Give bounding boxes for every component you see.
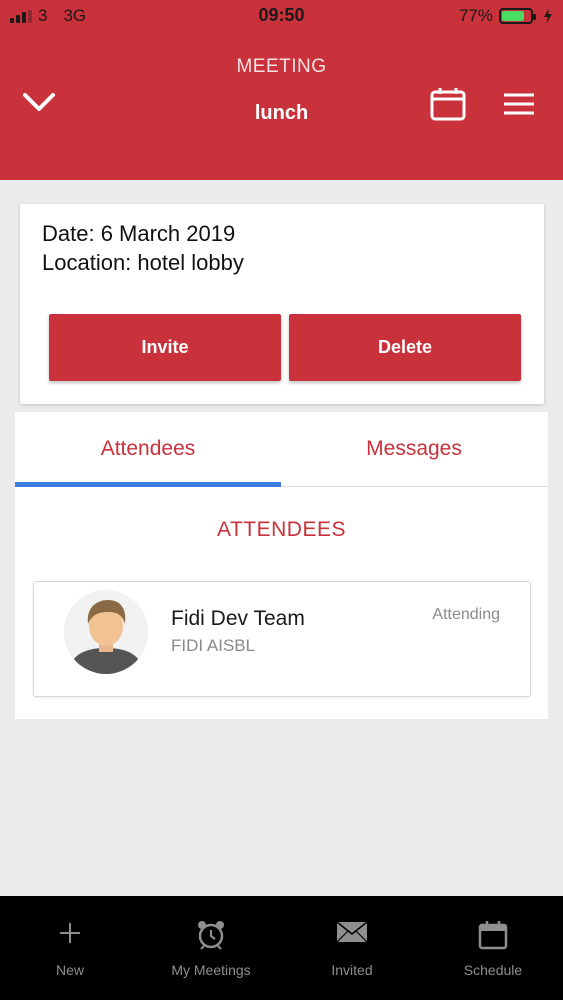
tabbar-new-label: New [55, 962, 84, 978]
status-right: 77% [459, 6, 553, 26]
avatar [64, 590, 148, 674]
chevron-down-icon [23, 93, 55, 111]
attendees-heading: ATTENDEES [217, 518, 346, 541]
battery-level [502, 11, 524, 21]
meeting-info-card: Date: 6 March 2019 Location: hotel lobby… [20, 204, 544, 404]
calendar-button[interactable] [430, 86, 466, 122]
tabbar-new[interactable]: New [0, 896, 140, 1000]
tabbar-invited[interactable]: Invited [282, 896, 422, 1000]
tabbar-schedule-label: Schedule [463, 962, 523, 978]
alarm-clock-icon [198, 921, 224, 950]
menu-button[interactable] [502, 90, 536, 118]
invite-button[interactable]: Invite [49, 314, 281, 381]
bottom-tab-bar: New My Meetings Invited Schedule [0, 896, 563, 1000]
back-button[interactable] [20, 88, 60, 118]
tabbar-invited-label: Invited [331, 962, 373, 978]
tabbar-my-meetings-label: My Meetings [171, 962, 251, 978]
status-bar: 3 3G 09:50 77% [0, 0, 563, 32]
attendee-name: Fidi Dev Team [171, 607, 305, 630]
header-title: MEETING [236, 56, 327, 77]
tabbar-schedule[interactable]: Schedule [423, 896, 563, 1000]
tab-attendees[interactable]: Attendees [15, 412, 281, 486]
active-tab-indicator [15, 482, 281, 487]
attendee-status: Attending [432, 606, 500, 623]
tabbar-my-meetings[interactable]: My Meetings [141, 896, 281, 1000]
attendees-panel: Attendees Messages ATTENDEES Fidi Dev Te… [15, 412, 548, 719]
hamburger-menu-icon [504, 93, 534, 115]
attendee-card[interactable]: Fidi Dev Team FIDI AISBL Attending [33, 581, 531, 697]
battery-icon [499, 8, 536, 24]
person-avatar-icon [64, 590, 148, 674]
battery-percent: 77% [458, 6, 493, 25]
delete-button[interactable]: Delete [289, 314, 521, 381]
charging-bolt-icon [544, 8, 552, 24]
envelope-icon [336, 921, 368, 943]
meeting-date: Date: 6 March 2019 [42, 221, 236, 246]
meeting-name: lunch [254, 102, 309, 124]
meeting-header: MEETING lunch [0, 32, 563, 180]
tab-messages[interactable]: Messages [281, 412, 547, 486]
plus-icon [60, 923, 80, 943]
calendar-icon [478, 921, 508, 950]
calendar-icon [430, 88, 466, 121]
attendee-organization: FIDI AISBL [171, 636, 256, 655]
meeting-location: Location: hotel lobby [42, 250, 244, 275]
